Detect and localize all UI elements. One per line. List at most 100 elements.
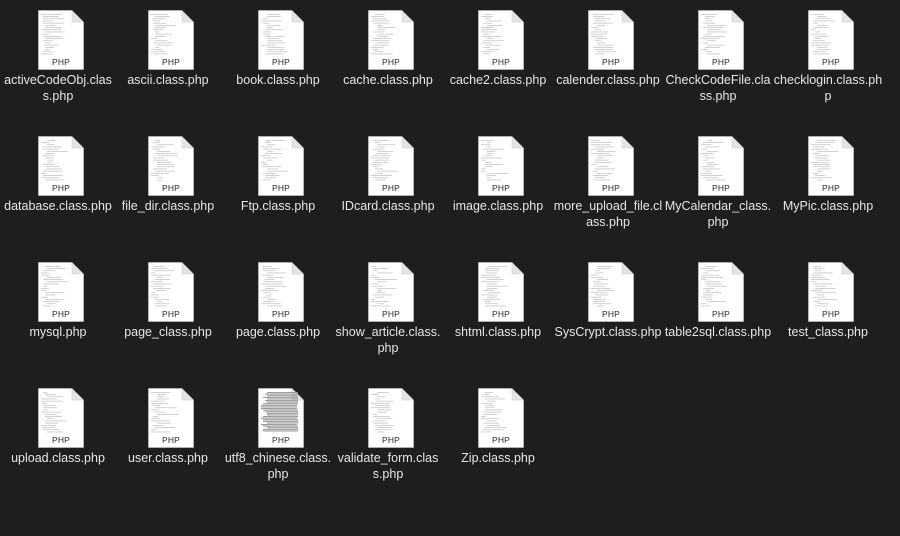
file-name: more_upload_file.class.php <box>553 199 663 229</box>
php-file-icon: PHP <box>148 135 195 196</box>
file-type-badge: PHP <box>601 309 621 319</box>
file-name: page.class.php <box>235 325 321 339</box>
file-item[interactable]: PHP book.class.php <box>223 2 333 122</box>
php-file-icon: PHP <box>478 135 525 196</box>
file-item[interactable]: PHP MyPic.class.php <box>773 128 883 248</box>
file-item[interactable]: PHP file_dir.class.php <box>113 128 223 248</box>
php-file-icon: PHP <box>588 261 635 322</box>
file-type-badge: PHP <box>711 57 731 67</box>
file-name: SysCrypt.class.php <box>554 325 662 339</box>
file-name: CheckCodeFile.class.php <box>665 73 771 103</box>
file-type-badge: PHP <box>161 435 181 445</box>
file-name: utf8_chinese.class.php <box>224 451 332 481</box>
file-name: page_class.php <box>124 325 212 339</box>
file-item[interactable]: PHP more_upload_file.class.php <box>553 128 663 248</box>
php-file-icon: PHP <box>258 387 305 448</box>
php-file-icon: PHP <box>808 135 855 196</box>
file-item[interactable]: PHP CheckCodeFile.class.php <box>663 2 773 122</box>
file-type-badge: PHP <box>821 309 841 319</box>
file-item[interactable]: PHP cache2.class.php <box>443 2 553 122</box>
php-file-icon: PHP <box>148 9 195 70</box>
file-item[interactable]: PHP calender.class.php <box>553 2 663 122</box>
file-item[interactable]: PHP mysql.php <box>3 254 113 374</box>
file-item[interactable]: PHP Ftp.class.php <box>223 128 333 248</box>
file-item[interactable]: PHP user.class.php <box>113 380 223 500</box>
file-type-badge: PHP <box>711 309 731 319</box>
php-file-icon: PHP <box>698 9 745 70</box>
file-name: test_class.php <box>788 325 868 339</box>
file-name: Ftp.class.php <box>240 199 316 213</box>
file-type-badge: PHP <box>601 183 621 193</box>
file-type-badge: PHP <box>491 57 511 67</box>
php-file-icon: PHP <box>38 135 85 196</box>
file-type-badge: PHP <box>161 183 181 193</box>
file-item[interactable]: PHP cache.class.php <box>333 2 443 122</box>
file-type-badge: PHP <box>51 309 71 319</box>
php-file-icon: PHP <box>368 9 415 70</box>
file-item[interactable]: PHP upload.class.php <box>3 380 113 500</box>
file-type-badge: PHP <box>51 57 71 67</box>
file-name: image.class.php <box>452 199 544 213</box>
file-type-badge: PHP <box>381 57 401 67</box>
file-item[interactable]: PHP page_class.php <box>113 254 223 374</box>
php-file-icon: PHP <box>38 9 85 70</box>
file-type-badge: PHP <box>271 183 291 193</box>
file-name: ascii.class.php <box>127 73 209 87</box>
file-name: cache.class.php <box>343 73 433 87</box>
file-name: activeCodeObj.class.php <box>4 73 112 103</box>
file-item[interactable]: PHP ascii.class.php <box>113 2 223 122</box>
file-item[interactable]: PHP IDcard.class.php <box>333 128 443 248</box>
file-type-badge: PHP <box>711 183 731 193</box>
php-file-icon: PHP <box>148 261 195 322</box>
file-name: table2sql.class.php <box>664 325 772 339</box>
file-name: book.class.php <box>236 73 320 87</box>
php-file-icon: PHP <box>478 9 525 70</box>
file-item[interactable]: PHP Zip.class.php <box>443 380 553 500</box>
file-type-badge: PHP <box>161 309 181 319</box>
file-type-badge: PHP <box>51 435 71 445</box>
file-item[interactable]: PHP image.class.php <box>443 128 553 248</box>
file-item[interactable]: PHP show_article.class.php <box>333 254 443 374</box>
file-type-badge: PHP <box>491 183 511 193</box>
file-item[interactable]: PHP shtml.class.php <box>443 254 553 374</box>
file-item[interactable]: PHP validate_form.class.php <box>333 380 443 500</box>
file-item[interactable]: PHP page.class.php <box>223 254 333 374</box>
file-name: user.class.php <box>128 451 208 465</box>
file-type-badge: PHP <box>821 57 841 67</box>
file-name: calender.class.php <box>556 73 660 87</box>
file-type-badge: PHP <box>491 435 511 445</box>
file-type-badge: PHP <box>161 57 181 67</box>
php-file-icon: PHP <box>148 387 195 448</box>
file-icon-grid: PHP activeCodeObj.class.php PHP ascii.class… <box>0 0 900 536</box>
file-name: cache2.class.php <box>449 73 547 87</box>
file-name: checklogin.class.php <box>773 73 883 103</box>
file-type-badge: PHP <box>381 183 401 193</box>
file-item[interactable]: PHP test_class.php <box>773 254 883 374</box>
file-item[interactable]: PHP table2sql.class.php <box>663 254 773 374</box>
file-name: mysql.php <box>29 325 87 339</box>
php-file-icon: PHP <box>258 261 305 322</box>
file-type-badge: PHP <box>381 309 401 319</box>
file-name: MyPic.class.php <box>782 199 874 213</box>
file-item[interactable]: PHP database.class.php <box>3 128 113 248</box>
file-item[interactable]: PHP SysCrypt.class.php <box>553 254 663 374</box>
file-item[interactable]: PHP activeCodeObj.class.php <box>3 2 113 122</box>
file-name: MyCalendar_class.php <box>664 199 772 229</box>
file-item[interactable]: PHP utf8_chinese.class.php <box>223 380 333 500</box>
php-file-icon: PHP <box>258 135 305 196</box>
file-type-badge: PHP <box>271 435 291 445</box>
file-type-badge: PHP <box>381 435 401 445</box>
file-name: database.class.php <box>4 199 112 213</box>
file-type-badge: PHP <box>601 57 621 67</box>
file-name: show_article.class.php <box>335 325 441 355</box>
file-name: validate_form.class.php <box>337 451 439 481</box>
file-name: IDcard.class.php <box>341 199 435 213</box>
file-type-badge: PHP <box>271 309 291 319</box>
file-type-badge: PHP <box>51 183 71 193</box>
php-file-icon: PHP <box>698 135 745 196</box>
file-type-badge: PHP <box>821 183 841 193</box>
file-item[interactable]: PHP checklogin.class.php <box>773 2 883 122</box>
file-item[interactable]: PHP MyCalendar_class.php <box>663 128 773 248</box>
file-name: Zip.class.php <box>461 451 535 465</box>
php-file-icon: PHP <box>368 261 415 322</box>
